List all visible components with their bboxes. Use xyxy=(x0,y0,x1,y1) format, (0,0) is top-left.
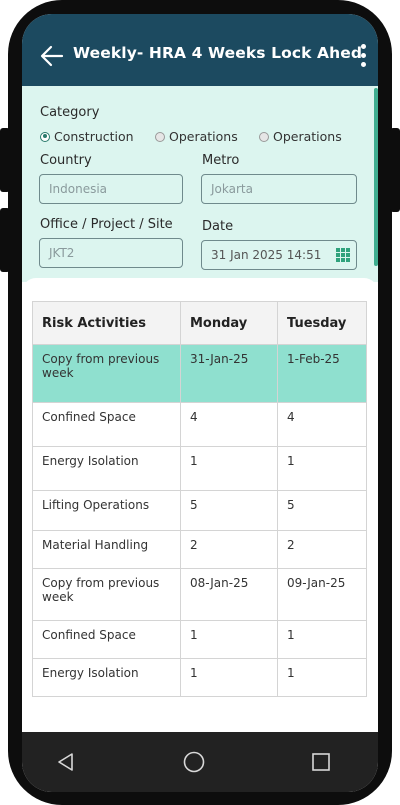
table-cell: Confined Space xyxy=(32,402,181,447)
date-label: Date xyxy=(202,219,234,234)
table-cell[interactable]: 1 xyxy=(180,658,278,697)
table-cell: Confined Space xyxy=(32,620,181,659)
column-header: Tuesday xyxy=(277,301,367,345)
table-cell: 08-Jan-25 xyxy=(180,568,278,621)
table-row[interactable]: Lifting Operations 5 5 xyxy=(32,490,367,531)
risk-activities-table: Risk Activities Monday Tuesday Copy from… xyxy=(32,301,367,697)
arrow-left-icon[interactable] xyxy=(38,42,66,70)
filter-form: Category Construction Operations Operati… xyxy=(22,86,378,282)
table-row[interactable]: Energy Isolation 1 1 xyxy=(32,446,367,491)
table-cell: Material Handling xyxy=(32,530,181,569)
date-value: 31 Jan 2025 14:51 xyxy=(211,248,322,262)
column-header: Monday xyxy=(180,301,278,345)
app-bar: Weekly- HRA 4 Weeks Lock Ahed xyxy=(22,14,378,86)
radio-operations-2[interactable]: Operations xyxy=(259,129,342,144)
radio-operations[interactable]: Operations xyxy=(155,129,238,144)
nav-recents-icon[interactable] xyxy=(312,753,330,771)
table-row-copy-from-previous[interactable]: Copy from previous week 08-Jan-25 09-Jan… xyxy=(32,568,367,621)
phone-screen: Weekly- HRA 4 Weeks Lock Ahed Category C… xyxy=(22,14,378,792)
table-cell: Copy from previous week xyxy=(32,568,181,621)
country-label: Country xyxy=(40,153,92,168)
table-cell[interactable]: 2 xyxy=(277,530,367,569)
system-nav-bar xyxy=(22,732,378,792)
table-cell[interactable]: 1 xyxy=(180,446,278,491)
table-row[interactable]: Confined Space 1 1 xyxy=(32,620,367,659)
nav-back-icon[interactable] xyxy=(56,752,76,772)
table-cell: Energy Isolation xyxy=(32,446,181,491)
table-cell[interactable]: 1 xyxy=(277,446,367,491)
nav-home-icon[interactable] xyxy=(183,751,205,773)
radio-label: Construction xyxy=(54,129,134,144)
table-cell[interactable]: 2 xyxy=(180,530,278,569)
office-label: Office / Project / Site xyxy=(40,217,173,232)
table-cell: Copy from previous week xyxy=(32,344,181,403)
table-header-row: Risk Activities Monday Tuesday xyxy=(32,301,367,345)
radio-label: Operations xyxy=(169,129,238,144)
radio-construction[interactable]: Construction xyxy=(40,129,134,144)
category-label: Category xyxy=(40,105,100,120)
metro-field[interactable]: Jokarta xyxy=(201,174,357,204)
page-title: Weekly- HRA 4 Weeks Lock Ahed xyxy=(73,44,363,62)
date-field[interactable]: 31 Jan 2025 14:51 xyxy=(201,240,357,270)
column-header: Risk Activities xyxy=(32,301,181,345)
table-cell: 31-Jan-25 xyxy=(180,344,278,403)
table-cell[interactable]: 4 xyxy=(277,402,367,447)
table-cell[interactable]: 1 xyxy=(277,658,367,697)
table-cell[interactable]: 4 xyxy=(180,402,278,447)
table-cell[interactable]: 5 xyxy=(277,490,367,531)
table-row[interactable]: Confined Space 4 4 xyxy=(32,402,367,447)
phone-side-button xyxy=(390,128,400,212)
table-row-copy-from-previous[interactable]: Copy from previous week 31-Jan-25 1-Feb-… xyxy=(32,344,367,403)
radio-unselected-icon xyxy=(259,131,269,142)
more-vert-icon[interactable] xyxy=(356,42,370,74)
phone-side-button xyxy=(0,208,10,272)
table-row[interactable]: Energy Isolation 1 1 xyxy=(32,658,367,697)
table-cell[interactable]: 1 xyxy=(277,620,367,659)
phone-side-button xyxy=(0,128,10,192)
table-cell: 1-Feb-25 xyxy=(277,344,367,403)
table-cell: Lifting Operations xyxy=(32,490,181,531)
table-cell[interactable]: 5 xyxy=(180,490,278,531)
table-cell: Energy Isolation xyxy=(32,658,181,697)
radio-unselected-icon xyxy=(155,131,165,142)
office-field[interactable]: JKT2 xyxy=(39,238,183,268)
table-cell[interactable]: 1 xyxy=(180,620,278,659)
table-row[interactable]: Material Handling 2 2 xyxy=(32,530,367,569)
radio-label: Operations xyxy=(273,129,342,144)
metro-label: Metro xyxy=(202,153,240,168)
calendar-grid-icon[interactable] xyxy=(336,248,350,262)
radio-selected-icon xyxy=(40,131,50,142)
country-field[interactable]: Indonesia xyxy=(39,174,183,204)
scrollbar[interactable] xyxy=(374,88,378,266)
table-cell: 09-Jan-25 xyxy=(277,568,367,621)
